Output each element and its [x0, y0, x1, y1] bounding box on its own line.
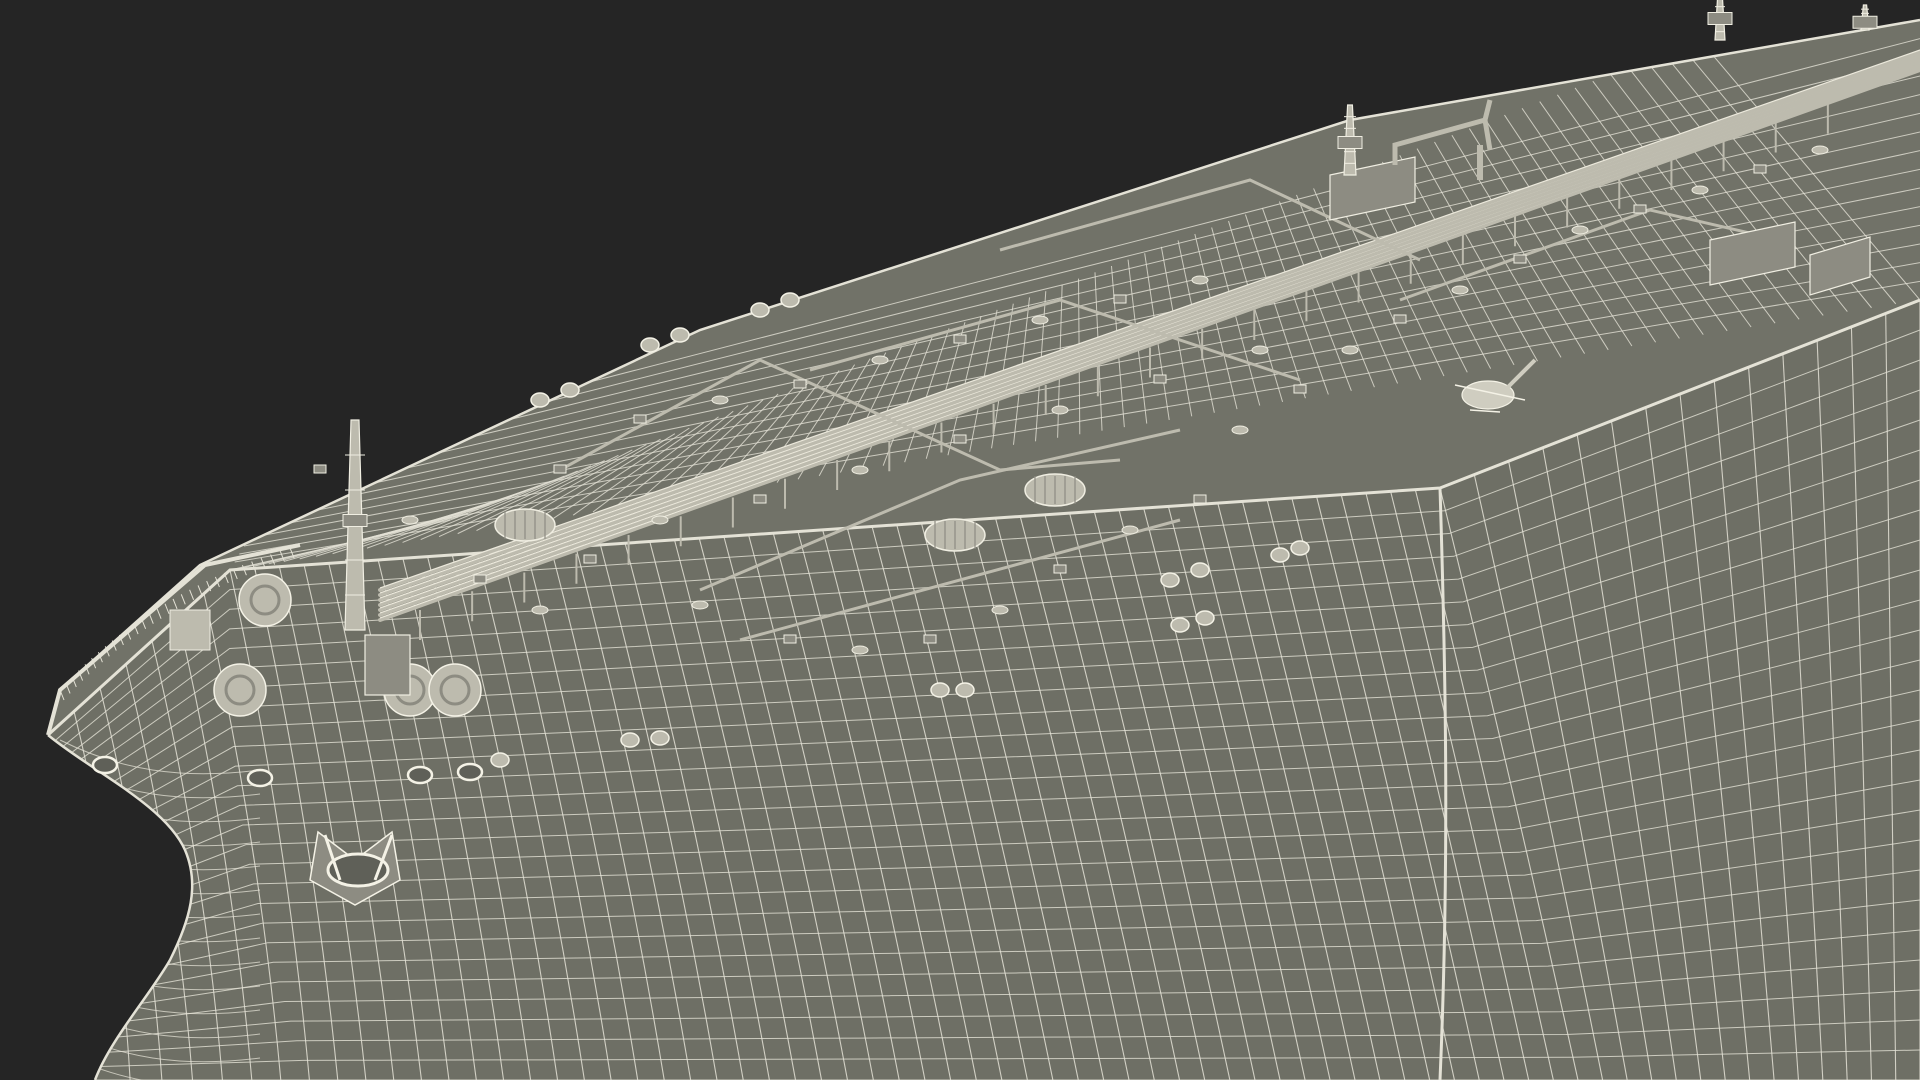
life-raft-canister: [930, 682, 950, 698]
deck-fitting: [1153, 374, 1167, 384]
hawse-hole: [406, 765, 434, 785]
deck-fitting: [783, 634, 797, 644]
life-raft-canister: [640, 337, 660, 353]
bow-grating: [169, 609, 211, 651]
deck-hatch: [1121, 525, 1139, 535]
deck-fitting: [753, 494, 767, 504]
deck-fitting: [793, 379, 807, 389]
life-raft-canister: [955, 682, 975, 698]
deck-fitting: [1753, 164, 1767, 174]
bow-deckhouse: [364, 634, 411, 696]
deck-fitting: [1393, 314, 1407, 324]
mooring-winch: [213, 663, 267, 717]
life-raft-canister: [490, 752, 510, 768]
life-raft-canister: [750, 302, 770, 318]
life-raft-canister: [670, 327, 690, 343]
life-raft-canister: [780, 292, 800, 308]
deck-fitting: [1633, 204, 1647, 214]
deck-hatch: [1031, 315, 1049, 325]
deck-fitting: [1193, 494, 1207, 504]
deck-hatch: [691, 600, 709, 610]
deck-hatch: [651, 515, 669, 525]
helicopter-body: [1461, 380, 1515, 410]
deck-fitting: [553, 464, 567, 474]
deck-fitting: [583, 554, 597, 564]
mooring-winch: [238, 573, 292, 627]
deck-hatch: [1571, 225, 1589, 235]
mast-icon: [1707, 0, 1733, 41]
life-raft-canister: [1290, 540, 1310, 556]
deck-hatch: [1191, 275, 1209, 285]
deck-hatch: [1231, 425, 1249, 435]
life-raft-canister: [650, 730, 670, 746]
life-raft-canister: [560, 382, 580, 398]
deck-hatch: [1691, 185, 1709, 195]
life-raft-canister: [1170, 617, 1190, 633]
life-raft-canister: [1195, 610, 1215, 626]
deck-fitting: [953, 434, 967, 444]
deck-fitting: [953, 334, 967, 344]
deck-hatch: [1451, 285, 1469, 295]
deck-hatch: [851, 465, 869, 475]
deck-fitting: [1113, 294, 1127, 304]
deck-hatch: [1341, 345, 1359, 355]
life-raft-canister: [530, 392, 550, 408]
deck-hatch: [531, 605, 549, 615]
deck-hatch: [1811, 145, 1829, 155]
deck-hatch: [1251, 345, 1269, 355]
deck-hatch: [991, 605, 1009, 615]
life-raft-canister: [1270, 547, 1290, 563]
deck-fitting: [923, 634, 937, 644]
deck-fitting: [313, 464, 327, 474]
life-raft-canister: [620, 732, 640, 748]
mast-icon: [1852, 4, 1878, 31]
deck-fitting: [473, 574, 487, 584]
mooring-winch: [428, 663, 482, 717]
deck-hatch: [851, 645, 869, 655]
deck-hatch: [711, 395, 729, 405]
hull-rib-line: [48, 734, 96, 1080]
life-raft-canister: [1190, 562, 1210, 578]
deck-fitting: [1513, 254, 1527, 264]
mast-icon: [342, 419, 368, 631]
hawse-hole: [91, 755, 119, 775]
life-raft-canister: [1160, 572, 1180, 588]
deck-hatch: [1051, 405, 1069, 415]
wireframe-render-viewport: [0, 0, 1920, 1080]
deck-fitting: [1293, 384, 1307, 394]
hawse-hole: [456, 762, 484, 782]
deck-hatch: [871, 355, 889, 365]
deck-fitting: [633, 414, 647, 424]
deck-fitting: [1053, 564, 1067, 574]
tanker-ship-render: [46, 0, 1920, 1080]
deck-hatch: [401, 515, 419, 525]
hawse-hole: [246, 768, 274, 788]
